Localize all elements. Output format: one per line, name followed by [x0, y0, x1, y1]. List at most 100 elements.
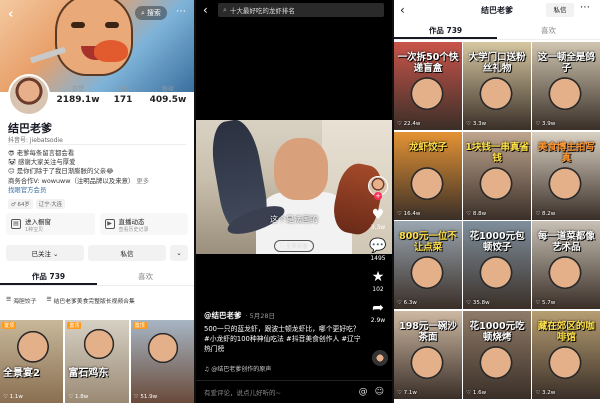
video-likes: ♡ 35.8w [466, 300, 490, 306]
bio-more-link[interactable]: 更多 [136, 177, 149, 185]
video-thumbnail[interactable]: 这一顿全是鸽子 ♡ 3.9w [532, 42, 600, 130]
video-author[interactable]: @结巴老爹 · 5月28日 [204, 310, 275, 321]
video-likes: ♡ 51.9w [133, 394, 158, 400]
share-icon: ➦ [372, 300, 384, 316]
stat-following[interactable]: 关注 171 [101, 84, 145, 105]
back-icon[interactable]: ‹ [203, 3, 208, 17]
screens: ‹ ⌕ 搜索 ⋯ 获赞 2189.1w 关注 171 粉丝 409.5w 结巴老… [0, 0, 600, 403]
video-caption: 全景宴2 [3, 368, 40, 379]
like-button[interactable]: ♥ 3.3w [364, 207, 392, 232]
video-description: 500一只的蓝龙虾，跟波士顿龙虾比，哪个更好吃？ #小龙虾的100种神仙吃法 #… [204, 325, 361, 353]
favorite-button[interactable]: ★ 102 [364, 270, 392, 294]
profile-screen: ‹ ⌕ 搜索 ⋯ 获赞 2189.1w 关注 171 粉丝 409.5w 结巴老… [0, 0, 194, 403]
video-caption: 这一顿全是鸽子 [537, 52, 595, 74]
dropdown-button[interactable]: ⌄ [170, 245, 188, 261]
author-handle: @结巴老爹 [204, 311, 242, 320]
comment-input[interactable]: 有爱评论，说点儿好听的~ [204, 387, 281, 397]
collection-item[interactable]: ☰ 海胆饺子 [6, 296, 36, 305]
video-thumbnail[interactable]: 置顶 ♡ 51.9w [130, 320, 194, 403]
music-label[interactable]: ♫ @结巴老爹创作的原声 [204, 364, 271, 373]
emoji-icon[interactable]: ☺ [375, 387, 384, 397]
divider [8, 144, 186, 145]
video-likes: ♡ 3.3w [466, 121, 487, 127]
video-subtitle: 这个是法国的 [270, 215, 318, 224]
fullscreen-button[interactable]: ⛶ 全屏观看 [274, 240, 314, 252]
tab-works[interactable]: 作品 739 [394, 24, 497, 39]
profile-tags: ♂ 64岁 辽宁·大连 [8, 199, 66, 209]
video-caption: 花1000元吃顿烧烤 [469, 320, 525, 343]
tab-likes[interactable]: 喜欢 [497, 24, 600, 39]
fullscreen-icon: ⛶ [280, 242, 284, 249]
video-likes: ♡ 22.4w [397, 121, 421, 127]
works-grid-screen: ‹ 结巴老爹 私信 ⋯ 作品 739 喜欢 一次拆50个快递盲盒 ♡ 22.4w 大… [394, 0, 600, 403]
bio-link[interactable]: 找眼官方会员 [8, 186, 188, 195]
pinned-video-grid: 置顶 全景宴2 ♡ 1.1w 置顶 富石鸡东 ♡ 1.8w 置顶 ♡ 51.9w [0, 320, 194, 403]
comment-count: 1495 [370, 255, 386, 262]
more-icon[interactable]: ⋯ [580, 2, 590, 13]
comment-button[interactable]: 💬 1495 [364, 239, 392, 263]
bio-line: 商务合作V: wowuww（注明品牌以及来意） 更多 [8, 177, 188, 186]
video-likes: ♡ 5.7w [535, 300, 556, 306]
pinned-badge: 置顶 [2, 322, 17, 329]
video-caption: 美食博主拍写真 [537, 141, 595, 164]
video-thumbnail[interactable]: 800元一位不让点菜 ♡ 6.3w [394, 221, 462, 309]
shop-window-button[interactable]: ▤ 进入橱窗 1种宝贝 [6, 213, 95, 235]
video-thumbnail[interactable]: 一次拆50个快递盲盒 ♡ 22.4w [394, 42, 462, 130]
stat-likes[interactable]: 获赞 2189.1w [56, 84, 100, 105]
video-thumbnail[interactable]: 1块钱一串真省钱 ♡ 8.8w [463, 131, 531, 220]
video-caption: 800元一位不让点菜 [399, 231, 457, 253]
pinned-badge: 置顶 [67, 322, 82, 329]
video-player[interactable] [196, 120, 392, 254]
search-button[interactable]: ⌕ 搜索 [135, 6, 167, 20]
service-subtitle: 1种宝贝 [25, 226, 44, 233]
thumbnail-person [408, 165, 446, 210]
follow-plus-icon[interactable]: + [374, 192, 382, 200]
video-likes: ♡ 8.2w [535, 210, 556, 217]
message-button[interactable]: 私信 [546, 3, 574, 17]
thumbnail-person [408, 76, 446, 120]
search-label: 搜索 [146, 9, 161, 17]
tab-likes[interactable]: 喜欢 [97, 270, 194, 285]
video-thumbnail[interactable]: 美食博主拍写真 ♡ 8.2w [532, 131, 600, 220]
avatar[interactable] [8, 74, 50, 116]
thumbnail-person [546, 165, 585, 210]
video-thumbnail[interactable]: 龙虾饺子 ♡ 16.4w [394, 131, 462, 220]
following-button[interactable]: 已关注 ⌄ [6, 245, 84, 261]
share-button[interactable]: ➦ 2.9w [364, 300, 392, 325]
profile-name: 结巴老爹 [8, 122, 52, 135]
stat-label: 粉丝 [161, 86, 174, 93]
back-icon[interactable]: ‹ [8, 7, 13, 22]
video-thumbnail[interactable]: 花1000元吃顿烧烤 ♡ 1.6w [463, 310, 531, 399]
video-caption: 花1000元包顿饺子 [469, 231, 525, 253]
video-likes: ♡ 1.8w [68, 394, 89, 400]
video-thumbnail[interactable]: 置顶 富石鸡东 ♡ 1.8w [65, 320, 129, 403]
heart-icon: ♥ [371, 207, 385, 223]
video-thumbnail[interactable]: 每一道菜都像艺术品 ♡ 5.7w [532, 221, 600, 309]
grid-tabs: 作品 739 喜欢 [394, 24, 600, 40]
thumbnail-person [477, 76, 516, 120]
video-caption: 富石鸡东 [68, 368, 109, 379]
collection-item[interactable]: ☰ 结巴老爹美食完整版长视频合集 [46, 296, 134, 305]
stat-followers[interactable]: 粉丝 409.5w [146, 84, 190, 105]
search-bar[interactable]: ⌕ 十大最好吃的龙虾排名 [218, 3, 384, 17]
post-date: · 5月28日 [245, 312, 276, 320]
search-icon: ⌕ [141, 8, 145, 17]
video-likes: ♡ 3.2w [535, 389, 556, 396]
video-thumbnail[interactable]: 藏在郊区的咖啡馆 ♡ 3.2w [532, 310, 600, 399]
more-icon[interactable]: ⋯ [176, 6, 186, 17]
message-button[interactable]: 私信 [88, 245, 166, 261]
favorite-count: 102 [372, 286, 384, 293]
tab-works[interactable]: 作品 739 [0, 270, 97, 285]
video-likes: ♡ 7.1w [397, 389, 417, 396]
comment-bar[interactable]: 有爱评论，说点儿好听的~ @ ☺ [196, 380, 392, 403]
collection-label: 海胆饺子 [13, 298, 37, 305]
video-thumbnail[interactable]: 198元一碗沙茶面 ♡ 7.1w [394, 310, 462, 399]
video-thumbnail[interactable]: 大学门口送粉丝礼物 ♡ 3.3w [463, 42, 531, 130]
stat-value: 409.5w [149, 95, 187, 105]
music-disc-icon[interactable] [372, 350, 388, 366]
video-thumbnail[interactable]: 花1000元包顿饺子 ♡ 35.8w [463, 221, 531, 309]
video-thumbnail[interactable]: 置顶 全景宴2 ♡ 1.1w [0, 320, 64, 403]
mention-icon[interactable]: @ [359, 387, 368, 397]
video-caption: 大学门口送粉丝礼物 [468, 52, 526, 74]
live-history-button[interactable]: ▶ 直播动态 查看历史记录 [99, 213, 188, 235]
